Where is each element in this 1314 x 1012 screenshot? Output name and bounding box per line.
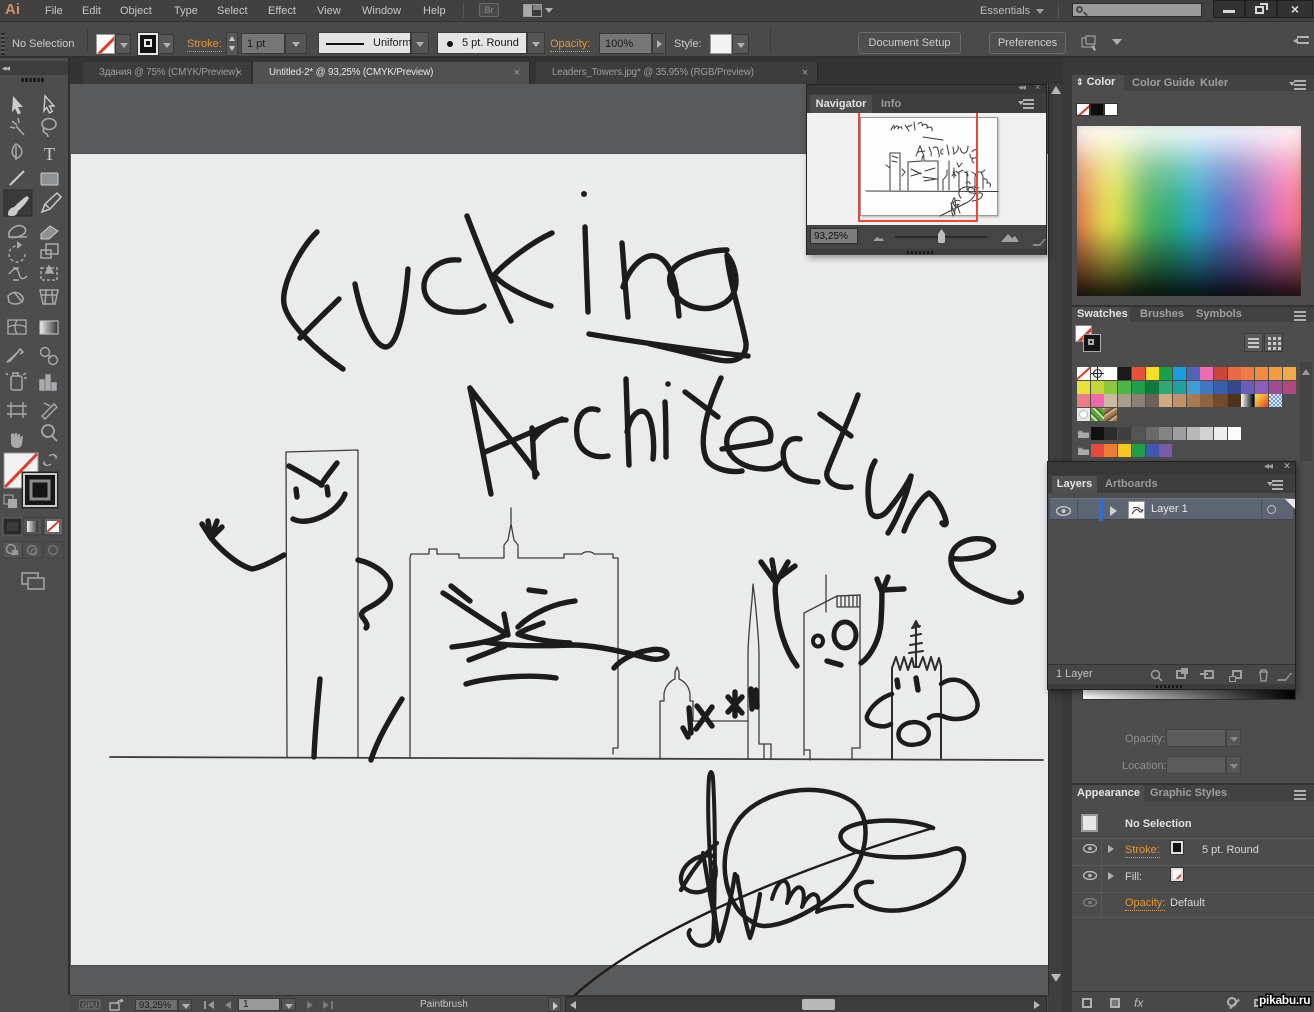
svg-text:GPU: GPU <box>82 1003 97 1010</box>
svg-text:T: T <box>44 144 55 164</box>
svg-text:pikabu.ru: pikabu.ru <box>1259 993 1310 1007</box>
